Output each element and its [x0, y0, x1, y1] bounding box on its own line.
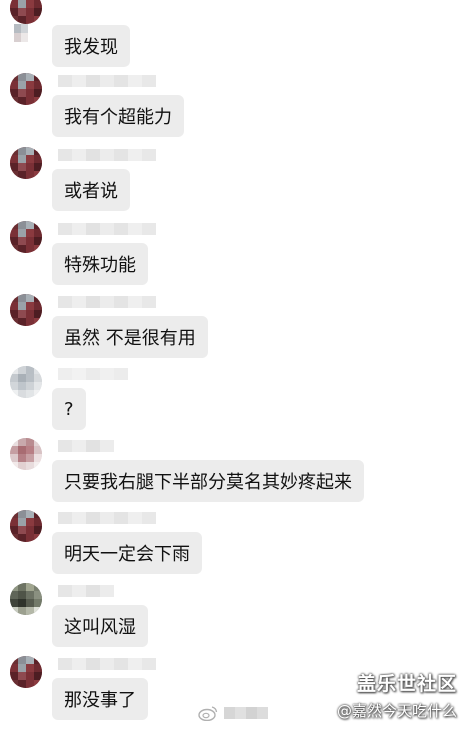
message-bubble: 只要我右腿下半部分莫名其妙疼起来: [52, 460, 364, 502]
avatar[interactable]: [10, 147, 42, 179]
sender-name-blurred: [58, 585, 114, 597]
sender-name-blurred: [58, 149, 156, 161]
chat-message: 这叫风湿: [0, 583, 465, 657]
avatar[interactable]: [10, 656, 42, 688]
avatar[interactable]: [10, 73, 42, 105]
weibo-watermark: [198, 705, 268, 721]
chat-message: 虽然 不是很有用: [0, 294, 465, 368]
message-text: 虽然 不是很有用: [64, 328, 196, 349]
chat-screenshot: 我发现 我有个超能力 或者说 特殊功能 虽然 不是很有用 ? 只要我右腿下半部分…: [0, 0, 465, 731]
avatar[interactable]: [10, 0, 42, 24]
message-text: 或者说: [64, 181, 118, 202]
message-bubble: 特殊功能: [52, 243, 148, 285]
sender-name-blurred: [58, 223, 156, 235]
avatar[interactable]: [10, 438, 42, 470]
chat-message: ?: [0, 366, 465, 440]
avatar-tail: [14, 24, 28, 42]
message-text: 只要我右腿下半部分莫名其妙疼起来: [64, 472, 352, 493]
message-bubble: 或者说: [52, 169, 130, 211]
message-text: ?: [64, 398, 74, 420]
sender-name-blurred: [58, 658, 156, 670]
avatar[interactable]: [10, 366, 42, 398]
message-bubble: 虽然 不是很有用: [52, 316, 208, 358]
watermark-subtitle: @嘉然今天吃什么: [336, 702, 457, 720]
message-bubble: 那没事了: [52, 678, 148, 720]
chat-message: 我发现: [0, 0, 465, 74]
sender-name-blurred: [58, 368, 128, 380]
avatar[interactable]: [10, 583, 42, 615]
chat-message: 或者说: [0, 147, 465, 221]
avatar[interactable]: [10, 510, 42, 542]
message-text: 这叫风湿: [64, 617, 136, 638]
chat-message: 我有个超能力: [0, 73, 465, 147]
message-text: 我发现: [64, 37, 118, 58]
watermark-title: 盖乐世社区: [356, 673, 457, 695]
message-text: 明天一定会下雨: [64, 544, 190, 565]
weibo-logo-icon: [198, 706, 218, 721]
watermark-handle-blurred: [224, 707, 268, 719]
sender-name-blurred: [58, 75, 156, 87]
sender-name-blurred: [58, 440, 114, 452]
message-text: 特殊功能: [64, 255, 136, 276]
avatar[interactable]: [10, 221, 42, 253]
message-text: 那没事了: [64, 690, 136, 711]
message-text: 我有个超能力: [64, 107, 172, 128]
avatar[interactable]: [10, 294, 42, 326]
sender-name-blurred: [58, 512, 156, 524]
message-bubble: 明天一定会下雨: [52, 532, 202, 574]
chat-message: 特殊功能: [0, 221, 465, 295]
message-bubble: 我有个超能力: [52, 95, 184, 137]
message-bubble: 我发现: [52, 25, 130, 67]
chat-message: 明天一定会下雨: [0, 510, 465, 584]
message-bubble: 这叫风湿: [52, 605, 148, 647]
message-bubble: ?: [52, 388, 86, 430]
sender-name-blurred: [58, 296, 156, 308]
community-watermark: 盖乐世社区 @嘉然今天吃什么: [337, 669, 457, 721]
chat-message: 只要我右腿下半部分莫名其妙疼起来: [0, 438, 465, 512]
